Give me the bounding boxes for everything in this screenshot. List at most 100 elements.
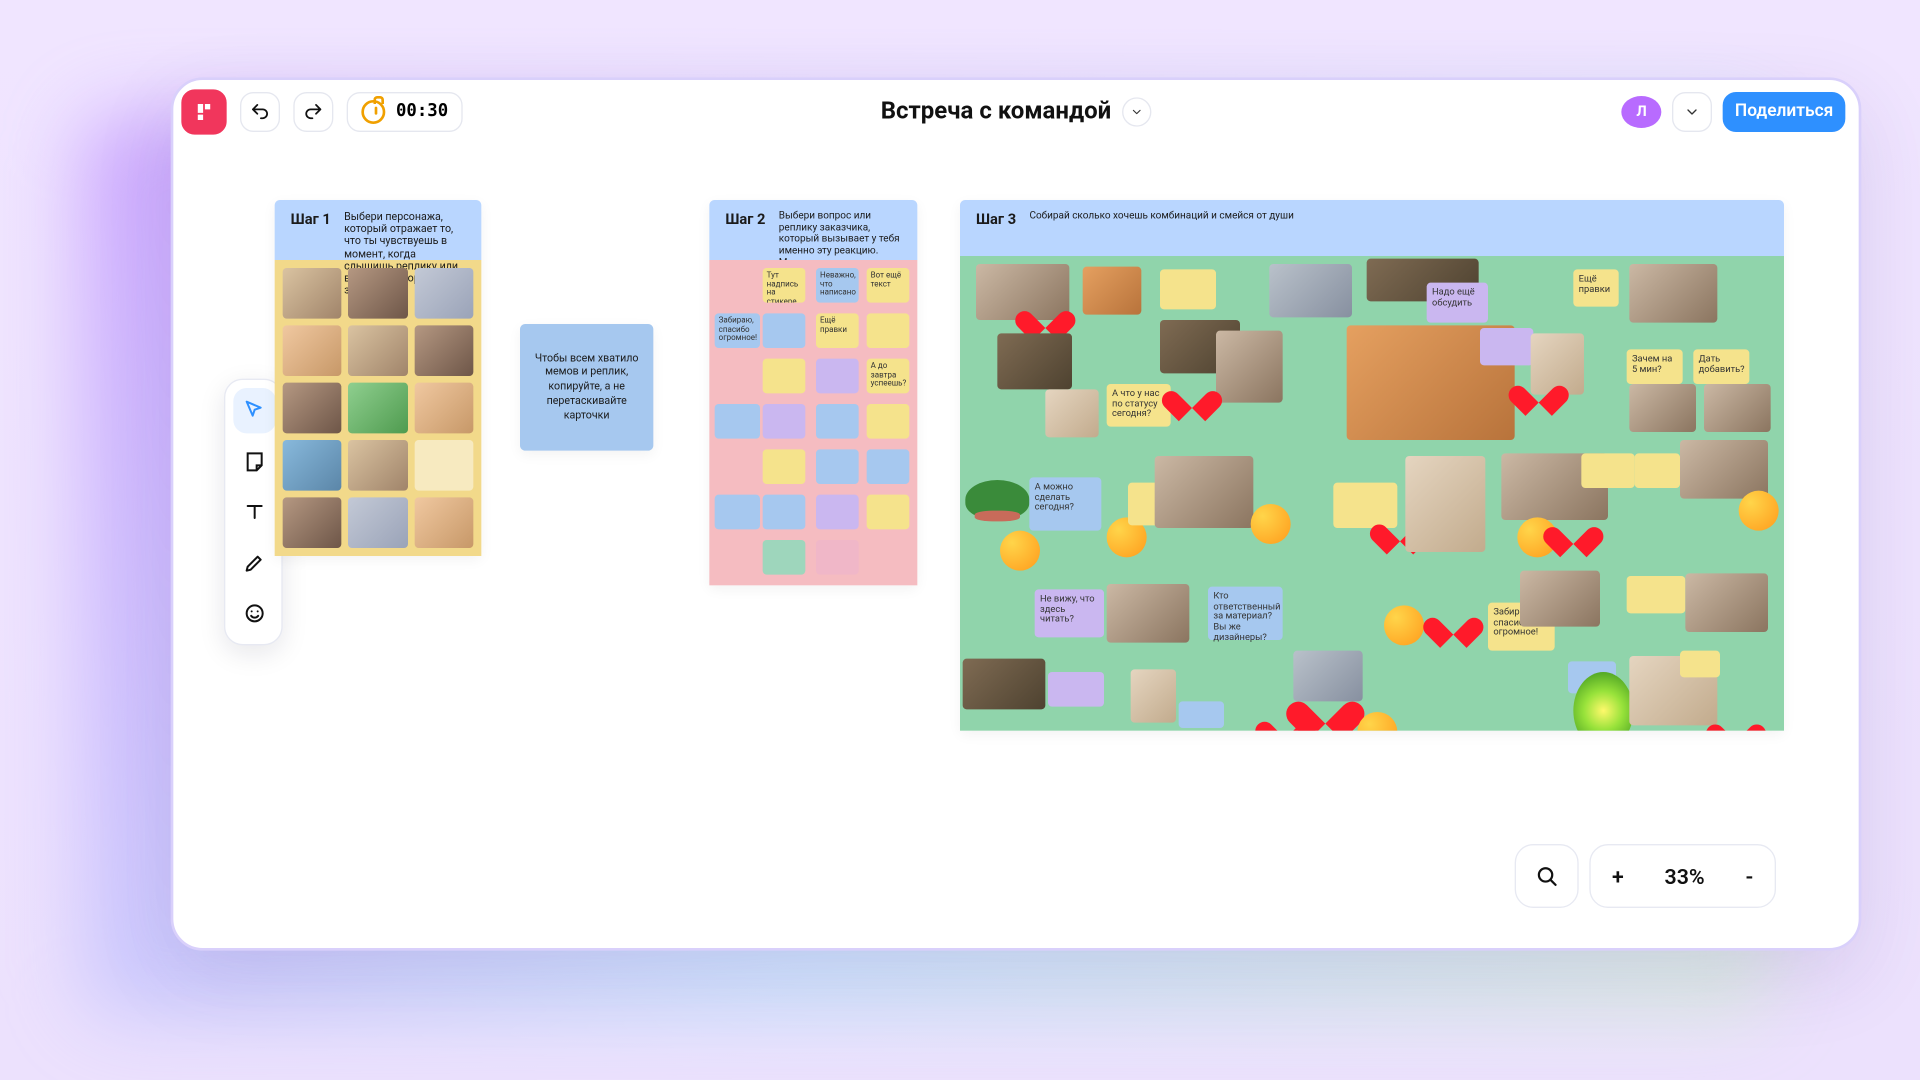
meme-image[interactable]: [1629, 264, 1717, 323]
sticky-note[interactable]: [763, 359, 806, 394]
collaborators-dropdown[interactable]: [1672, 91, 1712, 131]
sticky-note[interactable]: Тут надпись на стикере: [763, 268, 806, 303]
sticky-note[interactable]: [867, 495, 910, 530]
sticky-note[interactable]: [867, 313, 910, 348]
sticky-note[interactable]: [763, 449, 806, 484]
meme-image[interactable]: [348, 268, 407, 319]
sticky-note[interactable]: [1160, 269, 1216, 309]
sticky-note[interactable]: [763, 404, 806, 439]
meme-image[interactable]: [1216, 331, 1283, 403]
star-sticker-icon[interactable]: [1739, 491, 1779, 531]
meme-image[interactable]: [414, 440, 473, 491]
meme-image[interactable]: [283, 325, 342, 376]
sticky-note[interactable]: [1480, 328, 1533, 365]
board-canvas[interactable]: Шаг 1 Выбери персонажа, который отражает…: [173, 144, 1858, 948]
heart-icon[interactable]: [1520, 373, 1557, 408]
sticky-note[interactable]: [816, 359, 859, 394]
sticky-note[interactable]: [1581, 453, 1634, 488]
sticky-note[interactable]: [1179, 701, 1224, 728]
sticky-note[interactable]: [816, 449, 859, 484]
meme-image[interactable]: [414, 268, 473, 319]
zoom-in-button[interactable]: +: [1612, 863, 1624, 888]
meme-image[interactable]: [283, 440, 342, 491]
search-button[interactable]: [1515, 844, 1579, 908]
sticky-note[interactable]: А можно сделать сегодня?: [1029, 477, 1101, 530]
meme-image[interactable]: [1083, 267, 1142, 315]
sticky-note[interactable]: Зачем на 5 мин?: [1627, 349, 1683, 384]
heart-icon[interactable]: [1301, 685, 1350, 730]
heart-icon[interactable]: [1027, 299, 1064, 334]
meme-image[interactable]: [1269, 264, 1352, 317]
redo-button[interactable]: [293, 91, 333, 131]
step3-frame[interactable]: Шаг 3 Собирай сколько хочешь комбинаций …: [960, 200, 1784, 731]
star-sticker-icon[interactable]: [1251, 504, 1291, 544]
meme-image[interactable]: [1131, 669, 1176, 722]
sticky-note[interactable]: [763, 313, 806, 348]
sticky-note[interactable]: Надо ещё обсудить: [1427, 283, 1488, 323]
zoom-out-button[interactable]: -: [1745, 863, 1753, 888]
meme-image[interactable]: [1685, 573, 1768, 632]
sticky-note[interactable]: [816, 540, 859, 575]
meme-image[interactable]: [414, 325, 473, 376]
sticky-note[interactable]: Забираю, спасибо огромное!: [715, 313, 760, 348]
undo-button[interactable]: [240, 91, 280, 131]
meme-image[interactable]: [1629, 384, 1696, 432]
meme-image[interactable]: [1520, 571, 1600, 627]
sticky-note[interactable]: Кто ответственный за материал? Вы же диз…: [1208, 587, 1283, 640]
sticky-note[interactable]: Вот ещё текст: [867, 268, 910, 303]
sticky-note[interactable]: [816, 404, 859, 439]
sticky-note[interactable]: [715, 495, 760, 530]
sticky-note[interactable]: [715, 404, 760, 439]
app-logo[interactable]: [181, 89, 226, 134]
heart-icon[interactable]: [1717, 712, 1754, 731]
sticky-note[interactable]: [816, 495, 859, 530]
meme-image[interactable]: [283, 497, 342, 548]
sticky-note[interactable]: Дать добавить?: [1693, 349, 1749, 384]
title-dropdown[interactable]: [1122, 97, 1151, 126]
meme-image[interactable]: [963, 659, 1046, 710]
heart-icon[interactable]: [1435, 605, 1472, 640]
meme-image[interactable]: [348, 440, 407, 491]
zoom-value[interactable]: 33%: [1665, 863, 1705, 888]
meme-image[interactable]: [348, 325, 407, 376]
step1-frame[interactable]: Шаг 1 Выбери персонажа, который отражает…: [275, 200, 482, 556]
tip-note[interactable]: Чтобы всем хватило мемов и реплик, копир…: [520, 324, 653, 451]
meme-image[interactable]: [414, 383, 473, 434]
heart-icon[interactable]: [1555, 515, 1592, 550]
pepe-icon[interactable]: [965, 480, 1029, 536]
sticky-note[interactable]: [1048, 672, 1104, 707]
star-sticker-icon[interactable]: [1000, 531, 1040, 571]
meme-image[interactable]: [997, 333, 1072, 389]
sticky-note[interactable]: Ещё правки: [1573, 269, 1618, 306]
meme-image[interactable]: [1704, 384, 1771, 432]
heart-icon[interactable]: [1173, 379, 1210, 414]
meme-image[interactable]: [1155, 456, 1254, 528]
sticky-note[interactable]: [867, 404, 910, 439]
sticky-note[interactable]: [867, 449, 910, 484]
step2-frame[interactable]: Шаг 2 Выбери вопрос или реплику заказчик…: [709, 200, 917, 585]
meme-image[interactable]: [414, 497, 473, 548]
board-title[interactable]: Встреча с командой: [881, 97, 1112, 125]
sticky-note[interactable]: [1635, 453, 1680, 488]
meme-image[interactable]: [283, 383, 342, 434]
meme-image[interactable]: [348, 383, 407, 434]
timer-widget[interactable]: 00:30: [347, 91, 463, 131]
sticky-note[interactable]: [1680, 651, 1720, 678]
share-button[interactable]: Поделиться: [1723, 91, 1845, 131]
meme-image[interactable]: [1107, 584, 1190, 643]
star-sticker-icon[interactable]: [1384, 605, 1424, 645]
meme-image[interactable]: [1045, 389, 1098, 437]
sticky-note[interactable]: Ещё правки: [816, 313, 859, 348]
meme-image[interactable]: [348, 497, 407, 548]
title-wrap: Встреча с командой: [881, 97, 1152, 126]
sticky-note[interactable]: А что у нас по статусу сегодня?: [1107, 384, 1171, 427]
sticky-note[interactable]: [763, 495, 806, 530]
sticky-note[interactable]: Неважно, что написано: [816, 268, 859, 303]
sticky-note[interactable]: Не вижу, что здесь читать?: [1035, 589, 1104, 637]
meme-image[interactable]: [1405, 456, 1485, 552]
sticky-note[interactable]: А до завтра успеешь?: [867, 359, 910, 394]
sticky-note[interactable]: [1627, 576, 1686, 613]
user-avatar[interactable]: Л: [1622, 95, 1662, 127]
sticky-note[interactable]: [763, 540, 806, 575]
meme-image[interactable]: [283, 268, 342, 319]
